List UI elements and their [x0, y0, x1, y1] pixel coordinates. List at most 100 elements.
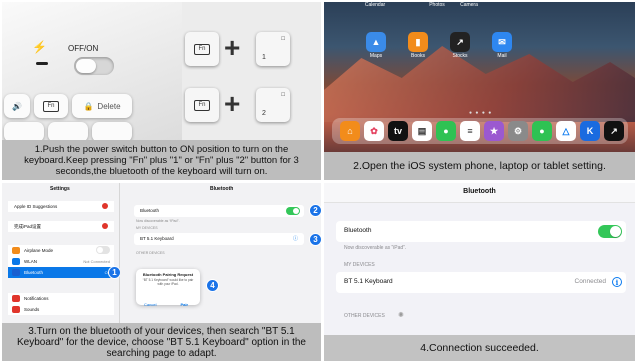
step-badge-4: 4	[206, 279, 219, 292]
mail-app-icon[interactable]: ✉	[492, 32, 512, 52]
fn-key-top-label: Fn	[194, 43, 210, 55]
favorites-app-icon[interactable]: ★	[484, 121, 504, 141]
dialog-body: “BT 5.1 Keyboard” would like to pair wit…	[142, 278, 194, 286]
settings-app-icon[interactable]: ⚙	[508, 121, 528, 141]
sidebar-item-notifications[interactable]: Notifications	[8, 293, 114, 304]
k-app-icon[interactable]: K	[580, 121, 600, 141]
plus-sign-top: +	[224, 32, 241, 63]
num2-key: □ 2	[256, 88, 290, 122]
tv-app-icon[interactable]: tv	[388, 121, 408, 141]
page-dots: ● ● ● ●	[469, 110, 493, 116]
step4-panel: Bluetooth Bluetooth Now discoverable as …	[324, 183, 635, 361]
books-app-icon[interactable]: ▮	[408, 32, 428, 52]
fn-key-bottom: Fn	[185, 88, 219, 122]
sidebar-item-sounds[interactable]: Sounds	[8, 304, 114, 315]
power-bolt-icon: ⚡	[32, 40, 47, 54]
bluetooth-label: Bluetooth	[140, 208, 160, 213]
num2-key-label: 2	[262, 110, 266, 117]
airplane-toggle[interactable]	[96, 246, 110, 254]
device-name: BT 5.1 Keyboard	[344, 278, 393, 285]
notifications-icon	[12, 295, 20, 302]
wechat-app-icon[interactable]: ●	[532, 121, 552, 141]
calendar-dock-icon[interactable]: ▤	[412, 121, 432, 141]
delete-key: 🔒 Delete	[72, 94, 132, 118]
step2-caption: 2.Open the iOS system phone, laptop or t…	[324, 152, 635, 180]
power-led	[36, 62, 48, 65]
lock-icon: 🔒	[83, 101, 94, 111]
messages-app-icon[interactable]: ●	[436, 121, 456, 141]
app-label-calendar: Calendar	[364, 2, 386, 8]
bluetooth-toggle[interactable]	[598, 225, 622, 238]
my-devices-header: MY DEVICES	[344, 262, 375, 268]
bt-channel-icon-2: □	[281, 92, 285, 98]
stocks-dock-icon[interactable]: ↗	[604, 121, 624, 141]
app-label-mail: Mail	[497, 53, 507, 59]
pair-button[interactable]: Pair	[180, 302, 188, 307]
sidebar-item-wlan[interactable]: WLAN Not Connected	[8, 256, 114, 267]
photos-app-icon[interactable]: ✿	[364, 121, 384, 141]
delete-key-label: Delete	[97, 101, 121, 111]
notification-dot	[102, 203, 108, 209]
bluetooth-toggle[interactable]	[286, 207, 300, 215]
step3-caption: 3.Turn on the bluetooth of your devices,…	[2, 323, 321, 361]
notification-dot	[102, 223, 108, 229]
plus-sign-bottom: +	[224, 88, 241, 119]
step2-panel: Calendar Photos Camera ▲ Maps ▮ Books ↗ …	[324, 2, 635, 180]
app-label-maps: Maps	[369, 53, 383, 59]
home-app-icon[interactable]: ⌂	[340, 121, 360, 141]
step1-caption: 1.Push the power switch button to ON pos…	[2, 140, 321, 180]
sidebar-item-airplane[interactable]: Airplane Mode	[8, 245, 114, 256]
device-status: Connected	[574, 278, 606, 285]
reminders-app-icon[interactable]: ≡	[460, 121, 480, 141]
wifi-icon	[12, 258, 20, 265]
keynote-app-icon[interactable]: △	[556, 121, 576, 141]
device-row[interactable]: BT 5.1 Keyboard Connected i	[336, 272, 626, 293]
info-icon[interactable]: ⓘ	[293, 235, 298, 242]
pairing-dialog: Bluetooth Pairing Request “BT 5.1 Keyboa…	[136, 269, 200, 307]
bluetooth-toggle-row: Bluetooth	[134, 205, 304, 217]
bluetooth-icon	[12, 269, 20, 276]
sidebar-item-label: Apple ID Suggestions	[14, 204, 58, 209]
dialog-title: Bluetooth Pairing Request	[142, 272, 194, 277]
sidebar-item-label: Sounds	[24, 307, 40, 312]
maps-app-icon[interactable]: ▲	[366, 32, 386, 52]
volume-key: 🔊	[4, 94, 30, 118]
device-name: BT 5.1 Keyboard	[140, 236, 174, 241]
airplane-icon	[12, 247, 20, 254]
sidebar-item-label: 完成iPad设置	[14, 223, 42, 229]
step4-caption: 4.Connection succeeded.	[324, 335, 635, 361]
sidebar-item-finish-setup[interactable]: 完成iPad设置	[8, 221, 114, 232]
power-switch[interactable]	[74, 57, 114, 75]
switch-knob	[76, 59, 96, 73]
fn-key-bottom-label: Fn	[194, 99, 210, 111]
loading-spinner-icon: ✺	[398, 312, 404, 319]
fn-key-top: Fn	[185, 32, 219, 66]
app-label-stocks: Stocks	[452, 53, 468, 59]
sidebar-item-bluetooth[interactable]: Bluetooth On	[8, 267, 114, 278]
other-devices-header: OTHER DEVICES	[136, 251, 165, 255]
bluetooth-page-title: Bluetooth	[210, 186, 234, 192]
wlan-status: Not Connected	[83, 259, 110, 264]
my-devices-header: MY DEVICES	[136, 226, 158, 230]
step-badge-2: 2	[309, 204, 321, 217]
discoverable-text: Now discoverable as “iPad”.	[344, 245, 407, 251]
keyboard-photo: ⚡ OFF/ON 🔊 Fn 🔒 Delete	[2, 2, 182, 142]
cancel-button[interactable]: Cancel	[144, 302, 156, 307]
device-row[interactable]: BT 5.1 Keyboard ⓘ	[134, 233, 304, 245]
sidebar-item-apple-id[interactable]: Apple ID Suggestions	[8, 201, 114, 212]
ipad-dock: ⌂ ✿ tv ▤ ● ≡ ★ ⚙ ● △ K ↗	[332, 118, 628, 144]
sidebar-item-label: Notifications	[24, 296, 49, 301]
discoverable-text: Now discoverable as “iPad”.	[136, 219, 180, 223]
fn-key-label: Fn	[43, 100, 59, 112]
switch-label: OFF/ON	[68, 44, 99, 53]
step3-panel: Settings Apple ID Suggestions 完成iPad设置 A…	[2, 183, 321, 361]
sidebar-item-label: Airplane Mode	[24, 248, 54, 253]
num1-key: □ 1	[256, 32, 290, 66]
stocks-app-icon[interactable]: ↗	[450, 32, 470, 52]
step-badge-3: 3	[309, 233, 321, 246]
bottom-key-3	[92, 122, 132, 142]
sidebar-item-label: Bluetooth	[24, 270, 44, 275]
step1-panel: ⚡ OFF/ON 🔊 Fn 🔒 Delete Fn + □ 1 Fn + □ 2…	[2, 2, 321, 180]
info-icon[interactable]: i	[612, 277, 622, 287]
bt-channel-icon: □	[281, 36, 285, 42]
